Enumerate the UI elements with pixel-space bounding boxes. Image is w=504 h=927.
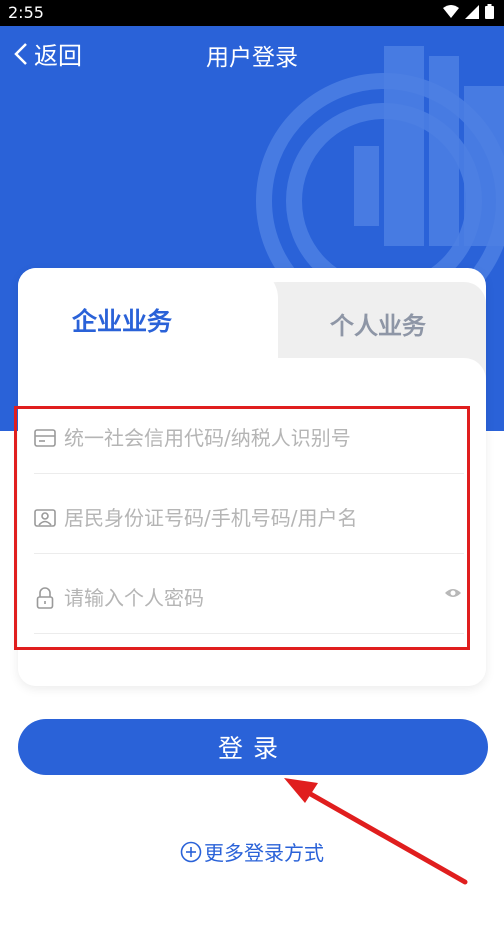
lock-icon [34,587,56,609]
more-login-label: 更多登录方式 [204,841,324,865]
login-form [18,358,486,686]
tab-business[interactable]: 企业业务 [72,302,172,338]
status-time: 2:55 [8,3,44,22]
signal-icon [465,4,479,19]
battery-icon [485,4,494,19]
login-card: 企业业务 个人业务 [18,268,486,686]
person-card-icon [34,507,56,529]
more-login-link[interactable]: 更多登录方式 [0,837,504,866]
page-title: 用户登录 [206,45,298,71]
password-input[interactable] [64,586,424,610]
status-bar: 2:55 [0,0,504,26]
tab-personal[interactable]: 个人业务 [330,306,426,341]
id-number-input[interactable] [64,506,424,530]
id-number-field[interactable] [34,483,464,554]
login-button[interactable]: 登录 [18,719,488,775]
credit-code-input[interactable] [64,426,424,450]
credit-code-field[interactable] [34,403,464,474]
id-card-icon [34,427,56,449]
plus-circle-icon [180,841,202,862]
eye-icon[interactable] [444,587,462,599]
password-field[interactable] [34,563,464,634]
wifi-icon [443,4,459,18]
status-icons [443,4,494,19]
